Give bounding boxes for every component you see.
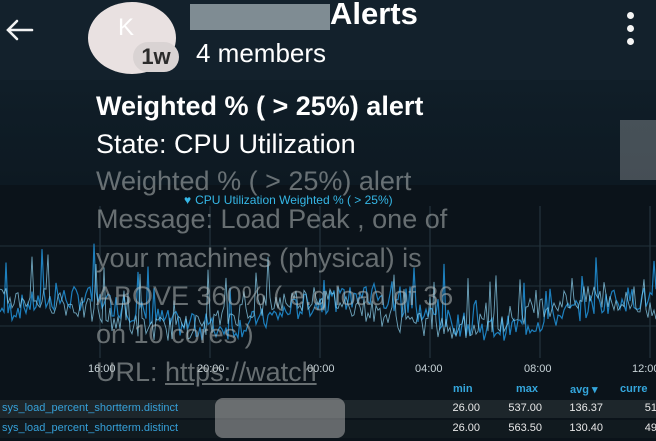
chat-title[interactable]: Alerts <box>330 0 418 32</box>
legend-series-name[interactable]: sys_load_percent_shortterm.distinct <box>2 402 178 414</box>
legend-current: 49. <box>644 422 656 434</box>
screen-glitch <box>620 120 656 180</box>
legend-min: 26.00 <box>452 402 480 414</box>
x-tick-label: 12:00 <box>632 363 656 375</box>
legend-max: 563.50 <box>508 422 542 434</box>
message-url-link[interactable]: https://watch <box>165 357 317 387</box>
legend-max: 537.00 <box>508 402 542 414</box>
message-url-label: URL: <box>96 357 166 387</box>
legend-min: 26.00 <box>452 422 480 434</box>
message-line: your machines (physical) is <box>96 243 422 273</box>
message-line: ABOVE 360% ( e.g load of 36 <box>96 281 454 311</box>
legend-col-current[interactable]: curre <box>620 383 648 395</box>
message-state: State: CPU Utilization <box>96 129 356 159</box>
legend-col-max[interactable]: max <box>516 383 538 395</box>
member-count[interactable]: 4 members <box>196 38 326 69</box>
redacted-legend <box>215 398 345 438</box>
redacted-title <box>190 4 330 30</box>
message-line: Weighted % ( > 25%) alert <box>96 166 412 196</box>
legend-series-name[interactable]: sys_load_percent_shortterm.distinct <box>2 422 178 434</box>
avatar-letter: K <box>118 14 135 41</box>
legend-col-avg[interactable]: avg ▾ <box>570 383 598 396</box>
message-line: Message: Load Peak , one of <box>96 204 448 234</box>
legend-avg: 130.40 <box>569 422 603 434</box>
more-options-icon[interactable] <box>624 12 636 48</box>
x-tick-label: 04:00 <box>415 363 443 375</box>
avatar-badge: 1w <box>133 42 179 72</box>
legend-col-min[interactable]: min <box>453 383 473 395</box>
legend-avg: 136.37 <box>569 402 603 414</box>
back-arrow-icon[interactable] <box>4 18 34 42</box>
message-line: on 10 cores ) <box>96 319 254 349</box>
message-url-line: URL: https://watch <box>96 357 317 388</box>
message-alert-title: Weighted % ( > 25%) alert <box>96 91 424 121</box>
legend-current: 51. <box>644 402 656 414</box>
x-tick-label: 08:00 <box>524 363 552 375</box>
